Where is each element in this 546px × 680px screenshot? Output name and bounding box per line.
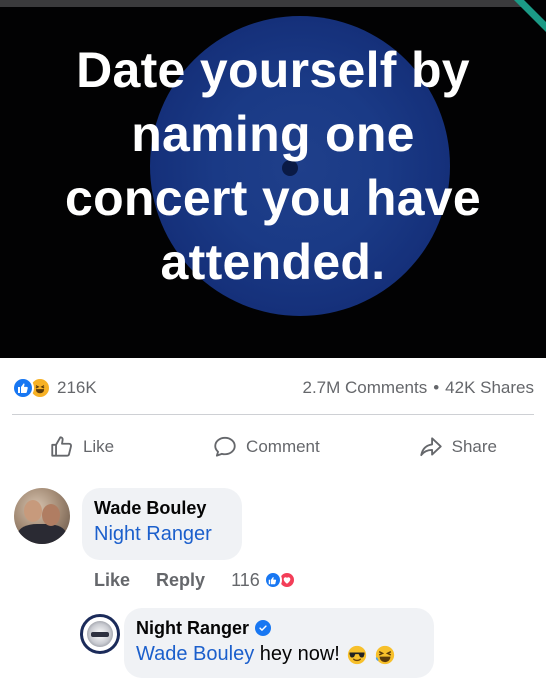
- avatar-logo: [87, 621, 113, 647]
- corner-accent-inner: [524, 0, 546, 22]
- engagement-counts: 2.7M Comments • 42K Shares: [303, 378, 535, 398]
- reaction-summary[interactable]: 216K: [12, 377, 97, 399]
- reply-message: hey now!: [254, 643, 340, 665]
- post-image[interactable]: Date yourself by naming one concert you …: [0, 0, 546, 358]
- avatar[interactable]: [14, 488, 70, 544]
- avatar-face-1: [24, 500, 42, 522]
- share-label: Share: [451, 437, 498, 456]
- comment-bubble-icon: [214, 436, 236, 457]
- comment-author[interactable]: Wade Bouley: [94, 496, 230, 520]
- thumbs-up-icon: [51, 436, 72, 457]
- separator-dot: •: [433, 378, 440, 397]
- comment-reaction-count[interactable]: 116: [231, 570, 260, 591]
- shares-count[interactable]: 42K Shares: [445, 378, 534, 398]
- share-button[interactable]: Share: [404, 430, 511, 464]
- post-actions: Like Comment Share: [0, 426, 546, 468]
- like-icon: [12, 377, 34, 399]
- comment-text[interactable]: Night Ranger: [94, 520, 230, 548]
- like-icon: [263, 571, 282, 589]
- headline-line-4: attended.: [160, 234, 386, 290]
- comment-label: Comment: [246, 437, 320, 456]
- page-avatar[interactable]: [80, 614, 120, 654]
- like-button[interactable]: Like: [35, 430, 128, 464]
- reply-text: Wade Bouley hey now!: [136, 640, 422, 668]
- share-arrow-icon: [419, 437, 442, 457]
- reply-bubble: Night Ranger Wade Bouley hey now!: [124, 608, 434, 678]
- comment-like-button[interactable]: Like: [94, 570, 130, 591]
- comment-bubble: Wade Bouley Night Ranger: [82, 488, 242, 560]
- divider: [12, 414, 534, 415]
- like-label: Like: [82, 437, 115, 456]
- comment-reply-button[interactable]: Reply: [156, 570, 205, 591]
- headline-line-1: Date yourself by: [76, 42, 470, 98]
- sunglasses-emoji-icon: [348, 645, 367, 664]
- avatar-shoulders: [18, 524, 66, 544]
- reply-author-name: Night Ranger: [136, 618, 250, 638]
- post-headline: Date yourself by naming one concert you …: [0, 38, 546, 294]
- comment-actions: Like Reply 116: [94, 566, 296, 594]
- comment-button[interactable]: Comment: [198, 430, 334, 464]
- headline-line-2: naming one: [131, 106, 415, 162]
- verified-badge-icon: [255, 620, 272, 636]
- comments-count[interactable]: 2.7M Comments: [303, 378, 428, 398]
- avatar-face-2: [42, 504, 60, 526]
- post-stats: 216K 2.7M Comments • 42K Shares: [12, 374, 534, 402]
- laughing-emoji-icon: [375, 645, 395, 664]
- reply-mention[interactable]: Wade Bouley: [136, 643, 254, 665]
- reply-author[interactable]: Night Ranger: [136, 616, 422, 640]
- reaction-count: 216K: [57, 378, 97, 397]
- top-strip: [0, 0, 546, 7]
- headline-line-3: concert you have: [64, 170, 482, 226]
